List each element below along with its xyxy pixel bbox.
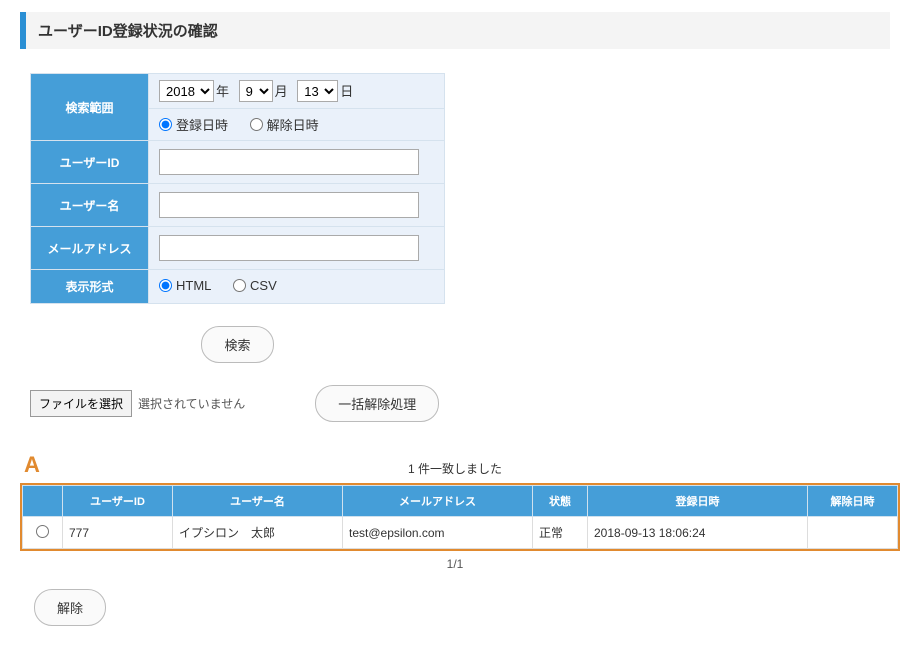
label-display-format: 表示形式 (31, 270, 149, 304)
user-id-cell (149, 141, 445, 184)
radio-release-wrap[interactable]: 解除日時 (250, 115, 319, 134)
label-user-id: ユーザーID (31, 141, 149, 184)
year-unit: 年 (216, 84, 229, 99)
radio-csv-label: CSV (250, 278, 277, 293)
file-choose: ファイルを選択 選択されていません (30, 390, 245, 417)
page-title-bar: ユーザーID登録状況の確認 (20, 12, 890, 49)
radio-register-wrap[interactable]: 登録日時 (159, 115, 228, 134)
display-format-cell: HTML CSV (149, 270, 445, 304)
search-table: 検索範囲 2018 年 9 月 13 日 登録日時 (30, 73, 445, 304)
radio-register-label: 登録日時 (176, 115, 228, 134)
radio-html[interactable] (159, 279, 172, 292)
day-unit: 日 (340, 84, 353, 99)
col-reg-dt: 登録日時 (588, 486, 808, 517)
col-rel-dt: 解除日時 (808, 486, 898, 517)
email-input[interactable] (159, 235, 419, 261)
results-wrap: ユーザーID ユーザー名 メールアドレス 状態 登録日時 解除日時 777 イプ… (20, 483, 900, 551)
month-select[interactable]: 9 (239, 80, 273, 102)
col-status: 状態 (533, 486, 588, 517)
radio-register[interactable] (159, 118, 172, 131)
label-user-name: ユーザー名 (31, 184, 149, 227)
cell-user-name: イプシロン 太郎 (173, 517, 343, 549)
file-choose-status: 選択されていません (138, 395, 245, 412)
match-count: 1 件一致しました (0, 460, 910, 477)
user-name-input[interactable] (159, 192, 419, 218)
row-select-cell (23, 517, 63, 549)
file-choose-button[interactable]: ファイルを選択 (30, 390, 132, 417)
col-user-id: ユーザーID (63, 486, 173, 517)
search-form: 検索範囲 2018 年 9 月 13 日 登録日時 (30, 73, 445, 304)
radio-html-wrap[interactable]: HTML (159, 278, 211, 293)
date-scope-cell: 登録日時 解除日時 (149, 109, 445, 141)
date-picker-cell: 2018 年 9 月 13 日 (149, 74, 445, 109)
bulk-release-button[interactable]: 一括解除処理 (315, 385, 439, 422)
file-row: ファイルを選択 選択されていません 一括解除処理 (30, 385, 910, 422)
radio-release[interactable] (250, 118, 263, 131)
table-row: 777 イプシロン 太郎 test@epsilon.com 正常 2018-09… (23, 517, 898, 549)
page-title: ユーザーID登録状況の確認 (38, 20, 878, 41)
cell-email: test@epsilon.com (343, 517, 533, 549)
col-email: メールアドレス (343, 486, 533, 517)
cell-reg-dt: 2018-09-13 18:06:24 (588, 517, 808, 549)
cell-status: 正常 (533, 517, 588, 549)
radio-csv-wrap[interactable]: CSV (233, 278, 277, 293)
month-unit: 月 (275, 84, 288, 99)
radio-csv[interactable] (233, 279, 246, 292)
col-select (23, 486, 63, 517)
user-id-input[interactable] (159, 149, 419, 175)
row-select-radio[interactable] (36, 525, 49, 538)
radio-release-label: 解除日時 (267, 115, 319, 134)
user-name-cell (149, 184, 445, 227)
search-button-row: 検索 (0, 326, 910, 363)
year-select[interactable]: 2018 (159, 80, 214, 102)
col-user-name: ユーザー名 (173, 486, 343, 517)
day-select[interactable]: 13 (297, 80, 338, 102)
label-email: メールアドレス (31, 227, 149, 270)
email-cell (149, 227, 445, 270)
label-search-range: 検索範囲 (31, 74, 149, 141)
cell-rel-dt (808, 517, 898, 549)
search-button[interactable]: 検索 (201, 326, 273, 363)
radio-html-label: HTML (176, 278, 211, 293)
pager: 1/1 (0, 557, 910, 571)
results-table: ユーザーID ユーザー名 メールアドレス 状態 登録日時 解除日時 777 イプ… (22, 485, 898, 549)
results-header-row: ユーザーID ユーザー名 メールアドレス 状態 登録日時 解除日時 (23, 486, 898, 517)
release-button-row: 解除 (34, 589, 910, 626)
release-button[interactable]: 解除 (34, 589, 106, 626)
cell-user-id: 777 (63, 517, 173, 549)
